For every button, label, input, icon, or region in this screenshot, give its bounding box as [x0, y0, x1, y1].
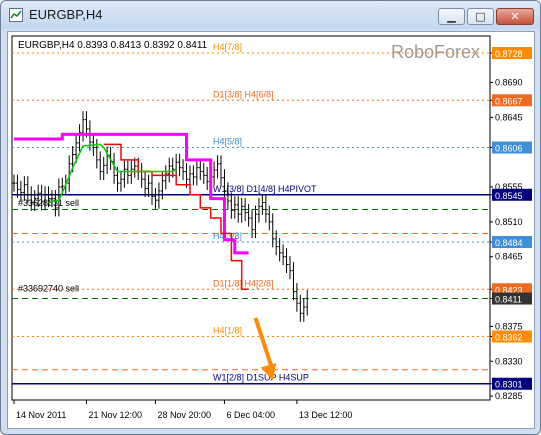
- y-tick-label: 0.8301: [495, 380, 523, 390]
- x-tick-label: 13 Dec 12:00: [299, 410, 353, 420]
- murrey-level-label: H4[7/8]: [213, 42, 242, 52]
- murrey-level-label: W1[3/8] D1[4/8] H4PIVOT: [213, 184, 317, 194]
- x-tick-label: 14 Nov 2011: [16, 410, 66, 420]
- y-tick-label: 0.8330: [495, 356, 523, 366]
- chart-window: EURGBP,H4 ▁ □ ✕ EURGBP,H4 0.8393 0.8413 …: [0, 0, 541, 435]
- y-tick-label: 0.8645: [495, 112, 523, 122]
- y-tick-label: 0.8362: [495, 332, 523, 342]
- y-tick-label: 0.8545: [495, 191, 523, 201]
- x-tick-label: 6 Dec 04:00: [226, 410, 275, 420]
- minimize-button[interactable]: ▁: [438, 8, 465, 25]
- order-label: #33692740 sell: [18, 283, 79, 293]
- chart-frame: EURGBP,H4 0.8393 0.8413 0.8392 0.8411 Ro…: [7, 31, 535, 429]
- y-tick-label: 0.8484: [495, 238, 523, 248]
- window-title: EURGBP,H4: [29, 7, 103, 22]
- chart-info-text: EURGBP,H4 0.8393 0.8413 0.8392 0.8411: [18, 40, 208, 51]
- x-tick-label: 21 Nov 12:00: [88, 410, 142, 420]
- y-tick-label: 0.8285: [495, 391, 523, 401]
- y-tick-label: 0.8667: [495, 96, 523, 106]
- y-tick-label: 0.8606: [495, 144, 523, 154]
- murrey-level-label: W1[2/8] D1SUP H4SUP: [213, 373, 309, 383]
- y-tick-label: 0.8411: [495, 295, 522, 305]
- x-tick-label: 28 Nov 20:00: [157, 410, 211, 420]
- maximize-button[interactable]: □: [467, 8, 494, 25]
- murrey-level-label: H4[1/8]: [213, 325, 242, 335]
- y-tick-label: 0.8375: [495, 321, 523, 331]
- y-tick-label: 0.8510: [495, 217, 523, 227]
- murrey-level-label: D1[3/8] H4[6/8]: [213, 89, 274, 99]
- y-tick-label: 0.8728: [495, 49, 523, 59]
- murrey-level-label: H4[5/8]: [213, 137, 242, 147]
- window-titlebar[interactable]: EURGBP,H4 ▁ □ ✕: [1, 1, 540, 29]
- y-tick-label: 0.8690: [495, 77, 523, 87]
- murrey-level-label: D1[1/8] H4[2/8]: [213, 278, 274, 288]
- close-button[interactable]: ✕: [496, 8, 534, 25]
- price-chart[interactable]: EURGBP,H4 0.8393 0.8413 0.8392 0.8411 Ro…: [8, 32, 534, 428]
- chart-window-icon: [9, 8, 23, 22]
- y-tick-label: 0.8465: [495, 252, 523, 262]
- watermark-text: RoboForex: [391, 42, 480, 62]
